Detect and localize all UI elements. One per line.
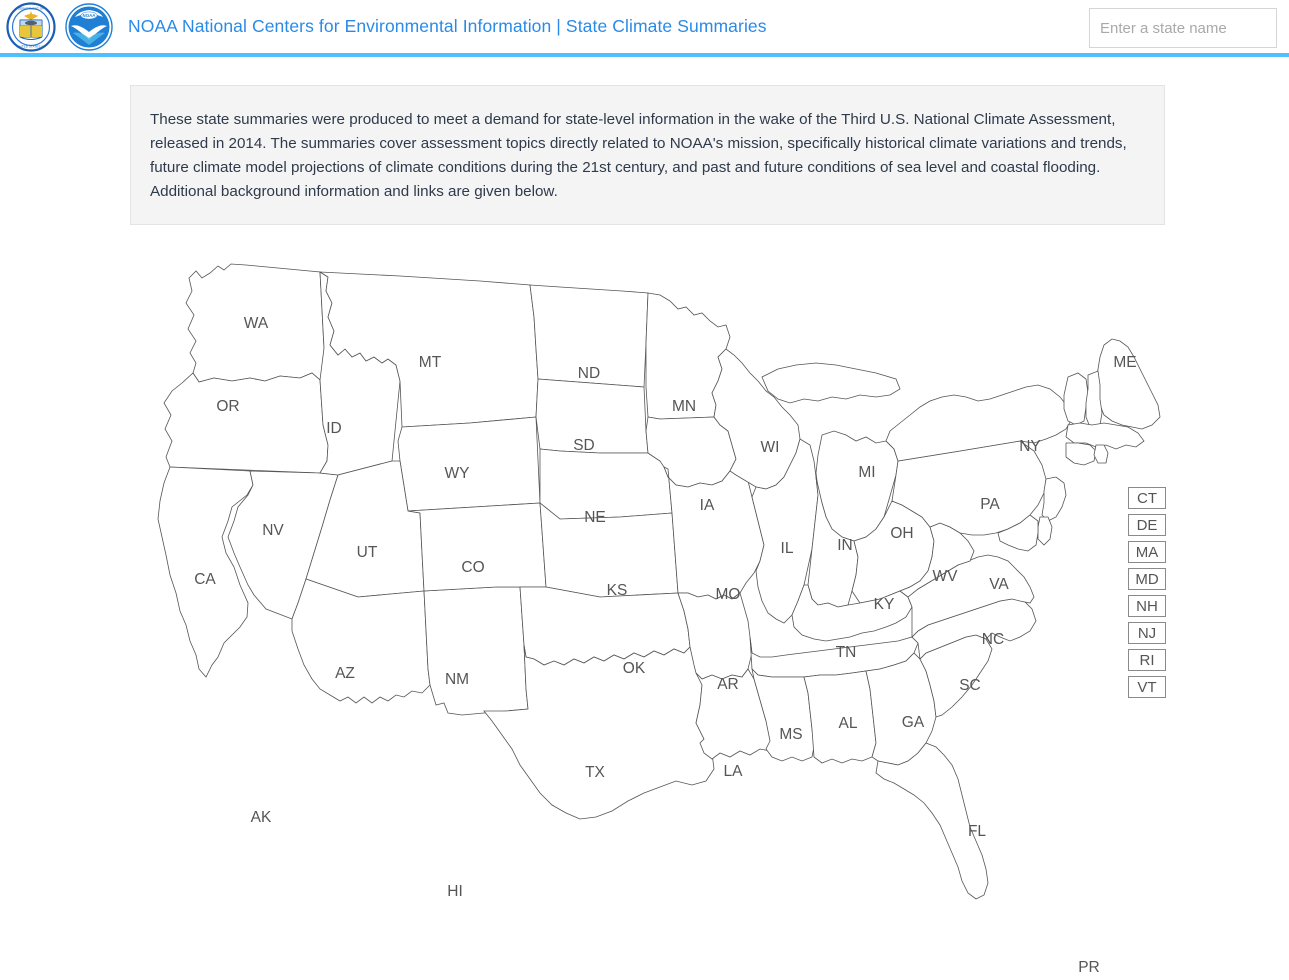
small-state-box-NH[interactable]: NH [1128,595,1166,617]
state-label-AK: AK [251,809,272,826]
state-DE-map[interactable] [1037,516,1053,546]
state-OR[interactable] [163,372,329,474]
state-FL[interactable] [875,742,989,900]
small-state-box-NJ[interactable]: NJ [1128,622,1166,644]
small-state-box-VT[interactable]: VT [1128,676,1166,698]
state-WA[interactable] [185,263,326,383]
state-MI-up[interactable] [761,362,901,404]
small-state-box-RI[interactable]: RI [1128,649,1166,671]
intro-text: These state summaries were produced to m… [150,111,1127,200]
state-NM[interactable] [423,586,529,716]
state-ME[interactable] [1095,338,1161,430]
search-input[interactable] [1090,10,1289,46]
state-CA[interactable] [157,466,254,678]
state-OK[interactable] [519,586,691,666]
dept-of-commerce-seal-icon[interactable]: DEPARTMENT OF UNITED STATES OF [6,1,56,52]
small-state-abbr-list: CT DE MA MD NH NJ RI VT [1128,487,1166,703]
state-VT-map[interactable] [1063,372,1089,426]
state-shapes-group [157,263,1161,900]
us-state-map: WA OR CA NV ID MT WY UT AZ CO NM ND SD NE KS OK TX MN IA MO… [0,245,1289,980]
page-title: NOAA National Centers for Environmental … [128,16,767,36]
small-state-box-MA[interactable]: MA [1128,541,1166,563]
logo-group: DEPARTMENT OF UNITED STATES OF NOAA [0,1,114,52]
state-NH-map[interactable] [1085,370,1103,428]
svg-text:NOAA: NOAA [83,13,97,18]
state-NJ-map[interactable] [1041,476,1067,522]
noaa-logo-icon[interactable]: NOAA [64,2,114,52]
search-box[interactable] [1089,8,1289,48]
state-CT-map[interactable] [1065,442,1097,466]
state-WY[interactable] [397,416,541,512]
small-state-box-CT[interactable]: CT [1128,487,1166,509]
state-CO[interactable] [407,502,547,592]
state-KY[interactable] [791,584,913,642]
state-label-PR: PR [1078,959,1100,976]
state-ND[interactable] [529,284,649,388]
state-NE[interactable] [539,448,673,520]
state-AL[interactable] [803,670,877,764]
state-SD[interactable] [535,378,649,454]
state-AZ[interactable] [291,578,431,704]
state-label-HI: HI [447,883,463,900]
small-state-box-MD[interactable]: MD [1128,568,1166,590]
site-header: DEPARTMENT OF UNITED STATES OF NOAA NOAA… [0,0,1289,57]
state-RI-map[interactable] [1093,444,1109,464]
state-label-LA: LA [724,763,744,780]
intro-panel: These state summaries were produced to m… [130,85,1165,225]
small-state-box-DE[interactable]: DE [1128,514,1166,536]
svg-text:DEPARTMENT OF: DEPARTMENT OF [18,6,44,10]
svg-text:UNITED STATES OF: UNITED STATES OF [16,44,45,48]
